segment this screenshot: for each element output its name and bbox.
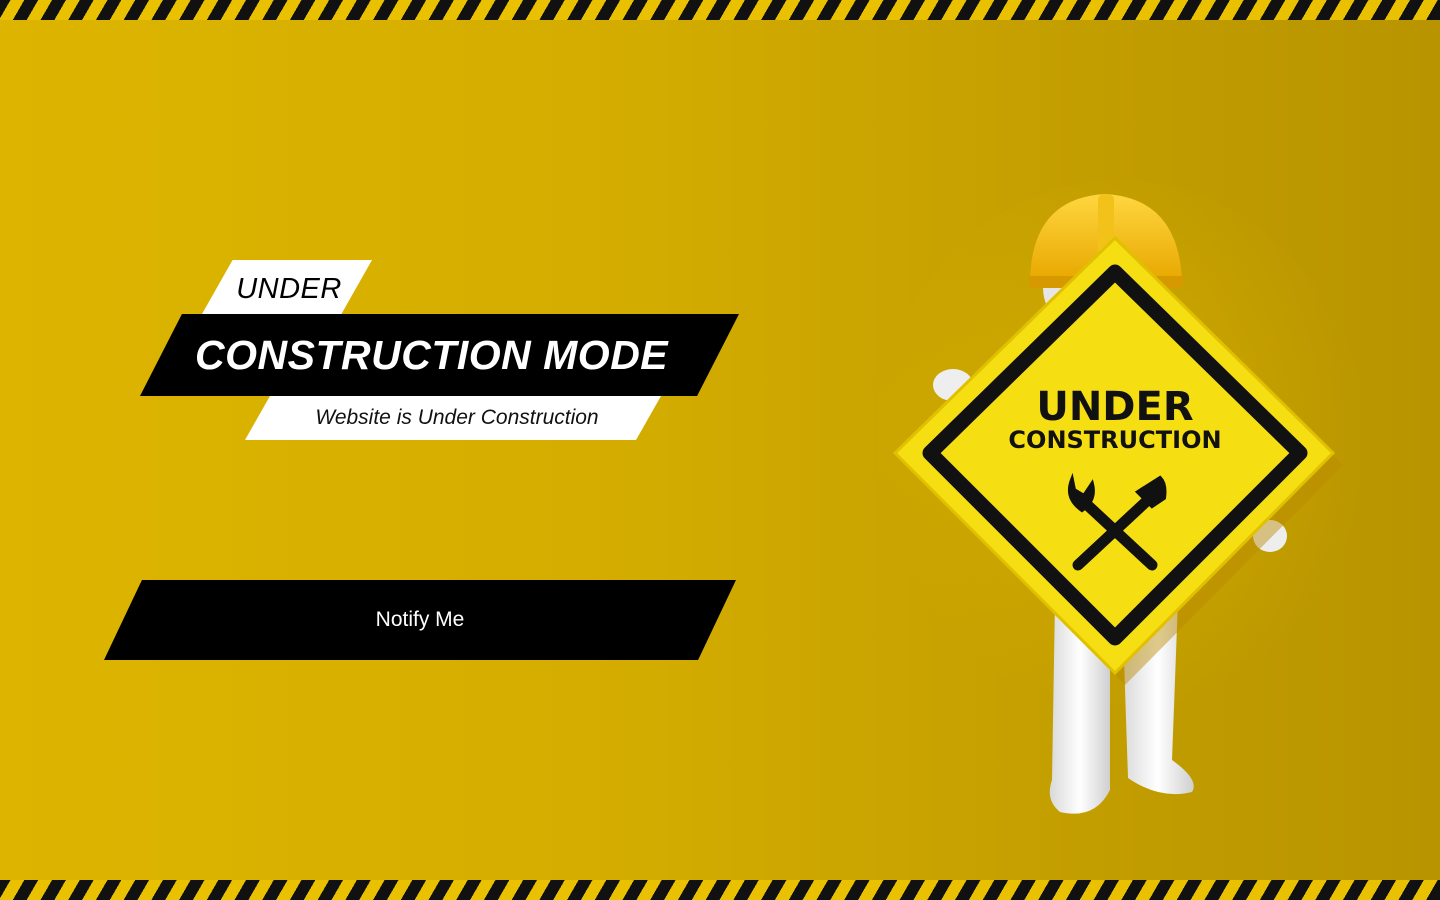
page-title: CONSTRUCTION MODE xyxy=(195,331,669,378)
construction-worker-illustration: UNDER CONSTRUCTION xyxy=(860,180,1360,840)
notify-me-button[interactable]: Notify Me xyxy=(104,580,736,660)
headline-main-tag: CONSTRUCTION MODE xyxy=(140,314,739,396)
page-subtitle: Website is Under Construction xyxy=(315,406,599,429)
sign-text-line1: UNDER xyxy=(1036,384,1193,430)
subtitle-tag: Website is Under Construction xyxy=(245,396,661,440)
hazard-stripe-bottom xyxy=(0,880,1440,900)
headline-under-tag: UNDER xyxy=(202,260,372,314)
sign-text-line2: CONSTRUCTION xyxy=(1008,426,1221,454)
headline-line1: UNDER xyxy=(236,272,342,305)
hazard-stripe-top xyxy=(0,0,1440,20)
